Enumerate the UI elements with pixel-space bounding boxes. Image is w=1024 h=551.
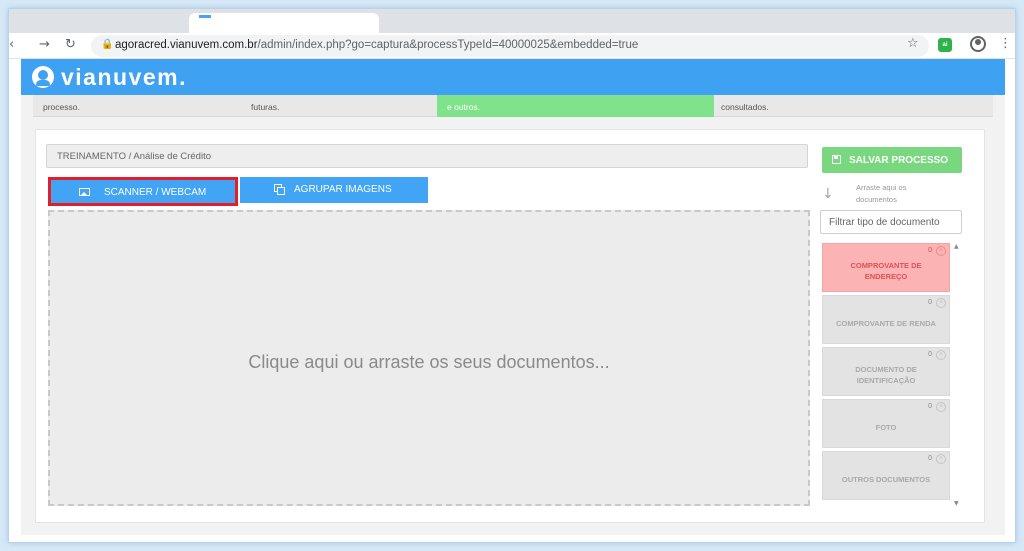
save-icon bbox=[832, 155, 841, 164]
doc-name: DOCUMENTO DE IDENTIFICAÇÃO bbox=[855, 365, 917, 385]
scanner-webcam-button[interactable]: SCANNER / WEBCAM bbox=[48, 177, 238, 206]
image-icon bbox=[79, 188, 90, 196]
browser-toolbar: ‹ → ↻ 🔒 agoracred.vianuvem.com.br/admin/… bbox=[9, 33, 1015, 59]
remove-icon[interactable]: × bbox=[936, 402, 946, 412]
remove-icon[interactable]: × bbox=[936, 350, 946, 360]
document-dropzone[interactable]: Clique aqui ou arraste os seus documento… bbox=[48, 210, 810, 506]
forward-icon[interactable]: → bbox=[39, 37, 50, 52]
scanner-button-label: SCANNER / WEBCAM bbox=[104, 187, 207, 198]
extension-icon[interactable]: ai bbox=[938, 38, 952, 52]
dropzone-text: Clique aqui ou arraste os seus documento… bbox=[248, 352, 610, 372]
screenshot-frame: ‹ → ↻ 🔒 agoracred.vianuvem.com.br/admin/… bbox=[8, 8, 1016, 543]
doc-card-outros-documentos[interactable]: 0 × OUTROS DOCUMENTOS bbox=[822, 451, 950, 500]
tab-loading-indicator bbox=[199, 15, 211, 18]
step-3-active: e outros. bbox=[437, 95, 714, 117]
agrupar-button-label: AGRUPAR IMAGENS bbox=[294, 184, 392, 195]
logo-text: vianuvem. bbox=[61, 64, 187, 90]
save-button-label: SALVAR PROCESSO bbox=[849, 155, 949, 166]
back-icon[interactable]: ‹ bbox=[9, 37, 14, 52]
copy-icon bbox=[274, 184, 285, 195]
breadcrumb: TREINAMENTO / Análise de Crédito bbox=[46, 144, 808, 168]
url-path: /admin/index.php?go=captura&processTypeI… bbox=[257, 39, 639, 51]
doc-count: 0 bbox=[928, 351, 932, 358]
doc-count: 0 bbox=[928, 455, 932, 462]
address-bar[interactable]: 🔒 agoracred.vianuvem.com.br/admin/index.… bbox=[91, 35, 929, 57]
remove-icon[interactable]: × bbox=[936, 454, 946, 464]
document-list-scrollbar[interactable]: ▲ ▼ bbox=[953, 243, 961, 507]
reload-icon[interactable]: ↻ bbox=[65, 37, 76, 52]
bookmark-star-icon[interactable]: ☆ bbox=[907, 36, 919, 51]
drag-hint: Arraste aqui os documentos bbox=[856, 183, 907, 204]
step-2-text: futuras. bbox=[251, 102, 280, 112]
doc-name: COMPROVANTE DE ENDEREÇO bbox=[850, 261, 922, 281]
doc-card-comprovante-renda[interactable]: 0 × COMPROVANTE DE RENDA bbox=[822, 295, 950, 344]
doc-count: 0 bbox=[928, 247, 932, 254]
scroll-down-icon[interactable]: ▼ bbox=[954, 500, 959, 507]
step-3-text: e outros. bbox=[447, 102, 481, 112]
doc-card-documento-identificacao[interactable]: 0 × DOCUMENTO DE IDENTIFICAÇÃO bbox=[822, 347, 950, 396]
browser-tabstrip bbox=[9, 9, 1015, 33]
url-host: agoracred.vianuvem.com.br bbox=[115, 39, 258, 51]
doc-name: FOTO bbox=[875, 423, 897, 432]
remove-icon[interactable]: × bbox=[936, 298, 946, 308]
url-text: agoracred.vianuvem.com.br/admin/index.ph… bbox=[115, 39, 638, 51]
doc-card-comprovante-endereco[interactable]: 0 × COMPROVANTE DE ENDEREÇO bbox=[822, 243, 950, 292]
document-type-list: 0 × COMPROVANTE DE ENDEREÇO 0 × COMPROVA… bbox=[822, 243, 962, 507]
step-4-text: consultados. bbox=[721, 102, 769, 112]
capture-panel: TREINAMENTO / Análise de Crédito SCANNER… bbox=[35, 129, 985, 523]
doc-name: COMPROVANTE DE RENDA bbox=[836, 319, 936, 328]
doc-count: 0 bbox=[928, 403, 932, 410]
profile-icon[interactable] bbox=[970, 36, 986, 52]
page-content: processo. futuras. e outros. consultados… bbox=[21, 95, 1005, 535]
doc-count: 0 bbox=[928, 299, 932, 306]
remove-icon[interactable]: × bbox=[936, 246, 946, 256]
arrow-down-icon: ↓ bbox=[822, 186, 834, 202]
browser-tab[interactable] bbox=[189, 13, 379, 33]
step-1-text: processo. bbox=[43, 102, 80, 112]
doc-card-foto[interactable]: 0 × FOTO bbox=[822, 399, 950, 448]
app-header: vianuvem. bbox=[21, 59, 1005, 95]
filter-document-type-input[interactable] bbox=[820, 210, 962, 234]
process-steps: processo. futuras. e outros. consultados… bbox=[33, 95, 993, 117]
agrupar-imagens-button[interactable]: AGRUPAR IMAGENS bbox=[240, 177, 428, 203]
doc-name: OUTROS DOCUMENTOS bbox=[841, 475, 931, 484]
scroll-up-icon[interactable]: ▲ bbox=[954, 243, 959, 250]
lock-icon: 🔒 bbox=[101, 39, 114, 50]
browser-menu-icon[interactable]: ⋮ bbox=[999, 36, 1012, 51]
logo-icon bbox=[32, 66, 54, 88]
save-process-button[interactable]: SALVAR PROCESSO bbox=[822, 147, 962, 173]
